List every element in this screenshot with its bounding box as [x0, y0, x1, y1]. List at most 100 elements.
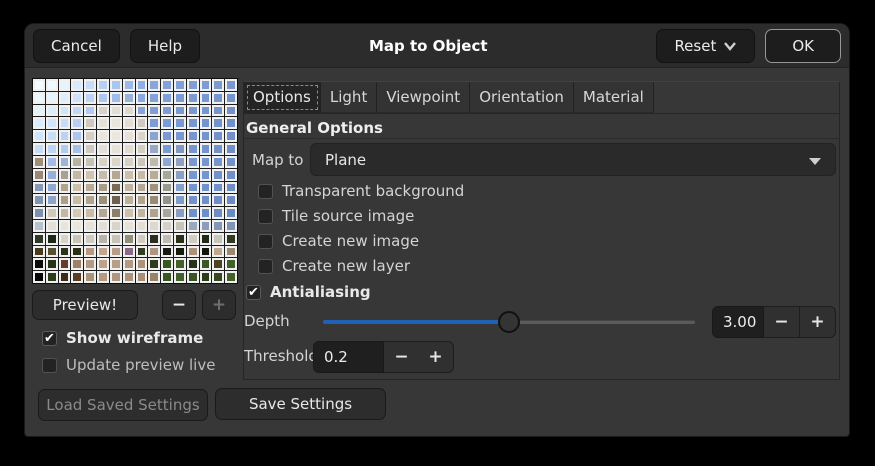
depth-decrement-button[interactable]: −: [764, 306, 800, 338]
wireframe-cell: [71, 79, 83, 91]
wireframe-cell: [97, 233, 109, 245]
preview-button[interactable]: Preview!: [32, 290, 138, 320]
wireframe-cell: [136, 271, 148, 283]
antialiasing-checkbox[interactable]: ✔ Antialiasing: [246, 282, 371, 302]
wireframe-cell: [33, 92, 45, 104]
tab-material[interactable]: Material: [574, 82, 654, 113]
wireframe-cell: [212, 182, 224, 194]
wireframe-cell: [212, 79, 224, 91]
wireframe-cell: [148, 194, 160, 206]
wireframe-cell: [174, 92, 186, 104]
checkbox-create-new-image[interactable]: Create new image: [258, 231, 419, 251]
titlebar: Cancel Help Map to Object Reset OK: [25, 24, 849, 68]
tab-options[interactable]: Options: [244, 82, 321, 113]
wireframe-cell: [200, 130, 212, 142]
depth-slider[interactable]: [323, 306, 695, 338]
wireframe-cell: [97, 169, 109, 181]
wireframe-cell: [71, 130, 83, 142]
cancel-button[interactable]: Cancel: [33, 29, 120, 63]
wireframe-cell: [33, 220, 45, 232]
ok-button[interactable]: OK: [765, 29, 841, 63]
wireframe-cell: [71, 246, 83, 258]
wireframe-cell: [225, 246, 237, 258]
wireframe-cell: [110, 233, 122, 245]
tab-light[interactable]: Light: [321, 82, 377, 113]
wireframe-cell: [161, 143, 173, 155]
threshold-value-field[interactable]: 0.2: [313, 341, 384, 373]
map-to-object-dialog: Cancel Help Map to Object Reset OK Previ…: [25, 24, 849, 436]
wireframe-cell: [225, 105, 237, 117]
checkbox-create-new-layer[interactable]: Create new layer: [258, 256, 410, 276]
wireframe-cell: [123, 92, 135, 104]
wireframe-cell: [71, 169, 83, 181]
wireframe-cell: [174, 156, 186, 168]
wireframe-cell: [33, 169, 45, 181]
wireframe-cell: [136, 156, 148, 168]
threshold-decrement-button[interactable]: −: [384, 341, 420, 373]
reset-button[interactable]: Reset: [656, 29, 755, 63]
wireframe-cell: [59, 258, 71, 270]
plus-icon: +: [212, 295, 226, 315]
wireframe-cell: [187, 156, 199, 168]
preview-image-wireframe[interactable]: [32, 78, 238, 284]
checkbox-tile-source-image[interactable]: Tile source image: [258, 206, 414, 226]
wireframe-cell: [187, 117, 199, 129]
wireframe-cell: [59, 233, 71, 245]
wireframe-cell: [161, 105, 173, 117]
wireframe-cell: [97, 92, 109, 104]
wireframe-cell: [148, 143, 160, 155]
wireframe-cell: [33, 233, 45, 245]
wireframe-cell: [110, 156, 122, 168]
tab-viewpoint[interactable]: Viewpoint: [377, 82, 470, 113]
wireframe-cell: [136, 169, 148, 181]
wireframe-cell: [148, 169, 160, 181]
wireframe-cell: [71, 143, 83, 155]
wireframe-cell: [200, 92, 212, 104]
help-button[interactable]: Help: [130, 29, 200, 63]
wireframe-cell: [110, 246, 122, 258]
wireframe-cell: [33, 258, 45, 270]
wireframe-cell: [187, 246, 199, 258]
depth-increment-button[interactable]: +: [800, 306, 836, 338]
wireframe-cell: [174, 246, 186, 258]
wireframe-cell: [161, 169, 173, 181]
wireframe-cell: [187, 258, 199, 270]
show-wireframe-checkbox[interactable]: ✔ Show wireframe: [42, 328, 203, 348]
wireframe-cell: [59, 79, 71, 91]
wireframe-cell: [33, 207, 45, 219]
wireframe-cell: [200, 246, 212, 258]
wireframe-cell: [212, 143, 224, 155]
depth-value-field[interactable]: 3.00: [712, 306, 764, 338]
wireframe-cell: [110, 92, 122, 104]
update-preview-live-label: Update preview live: [66, 356, 215, 374]
titlebar-left-buttons: Cancel Help: [33, 29, 200, 63]
checkbox-box: ✔: [246, 285, 261, 300]
wireframe-cell: [33, 182, 45, 194]
zoom-out-button[interactable]: −: [162, 290, 196, 320]
wireframe-cell: [84, 258, 96, 270]
checkbox-transparent-background[interactable]: Transparent background: [258, 181, 464, 201]
wireframe-cell: [110, 105, 122, 117]
wireframe-cell: [46, 79, 58, 91]
threshold-increment-button[interactable]: +: [418, 341, 454, 373]
wireframe-cell: [97, 246, 109, 258]
save-settings-button[interactable]: Save Settings: [215, 388, 386, 420]
slider-handle[interactable]: [498, 311, 520, 333]
wireframe-cell: [123, 143, 135, 155]
wireframe-cell: [225, 79, 237, 91]
wireframe-cell: [225, 220, 237, 232]
dialog-body: Preview! − + ✔ Show wireframe Update pre…: [25, 68, 849, 435]
wireframe-cell: [110, 143, 122, 155]
wireframe-cell: [71, 156, 83, 168]
checkbox-box: [258, 209, 273, 224]
wireframe-cell: [225, 143, 237, 155]
wireframe-cell: [212, 130, 224, 142]
wireframe-cell: [161, 207, 173, 219]
wireframe-cell: [187, 143, 199, 155]
wireframe-cell: [174, 169, 186, 181]
wireframe-cell: [84, 92, 96, 104]
wireframe-cell: [84, 130, 96, 142]
map-to-dropdown[interactable]: Plane: [310, 143, 836, 176]
update-preview-live-checkbox[interactable]: Update preview live: [42, 355, 215, 375]
tab-orientation[interactable]: Orientation: [470, 82, 574, 113]
